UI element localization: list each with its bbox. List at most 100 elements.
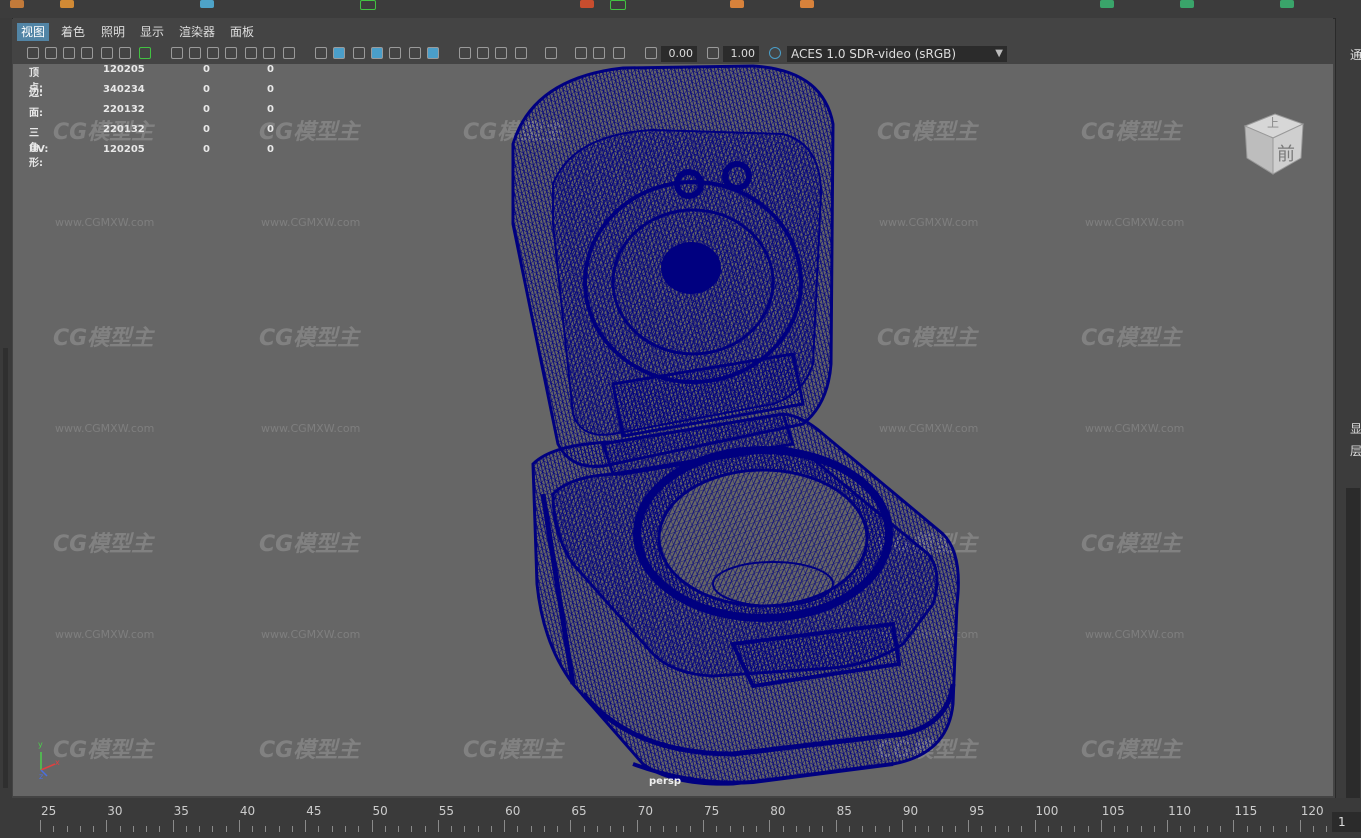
- color-management-icon[interactable]: [769, 47, 781, 59]
- 3d-viewport[interactable]: CG模型主 CG模型主 CG模型主 CG模型主 CG模型主 CG模型主 CG模型…: [13, 64, 1333, 796]
- gutter-scrollbar[interactable]: [3, 348, 8, 788]
- hud-value: 0: [203, 104, 210, 115]
- timeline-tick: [676, 826, 678, 832]
- timeline-tick: [862, 826, 864, 832]
- camera-icon[interactable]: [27, 47, 39, 59]
- timeline-tick: [79, 826, 81, 832]
- menu-show[interactable]: 显示: [136, 23, 168, 41]
- timeline-tick: [93, 826, 95, 832]
- timeline-tick: [703, 820, 704, 832]
- xray-joints-icon[interactable]: [575, 47, 587, 59]
- smooth-shade-icon[interactable]: [333, 47, 345, 59]
- exposure-icon[interactable]: [645, 47, 657, 59]
- exposure-field[interactable]: 0.00: [661, 46, 697, 62]
- viewcube-front-label[interactable]: 前: [1277, 140, 1295, 166]
- view-transform-dropdown[interactable]: ACES 1.0 SDR-video (sRGB) ▼: [787, 46, 1007, 62]
- shelf-strip: [0, 0, 1361, 19]
- timeline-label: 50: [372, 804, 388, 818]
- timeline-tick: [742, 826, 744, 832]
- textured-icon[interactable]: [409, 47, 421, 59]
- hud-count: 340234: [103, 84, 145, 95]
- hud-icon[interactable]: [613, 47, 625, 59]
- menu-panels[interactable]: 面板: [226, 23, 258, 41]
- hud-count: 220132: [103, 124, 145, 135]
- xray-active-icon[interactable]: [593, 47, 605, 59]
- menu-lighting[interactable]: 照明: [97, 23, 129, 41]
- ambient-occlusion-icon[interactable]: [477, 47, 489, 59]
- shadows-icon[interactable]: [459, 47, 471, 59]
- timeline-tick: [119, 826, 121, 832]
- bookmark-icon[interactable]: [81, 47, 93, 59]
- hud-value: 0: [267, 84, 274, 95]
- camera-attributes-icon[interactable]: [63, 47, 75, 59]
- right-panel-tab[interactable]: 通: [1350, 46, 1361, 63]
- timeline-tick: [1220, 826, 1222, 832]
- film-gate-icon[interactable]: [189, 47, 201, 59]
- 2d-pan-zoom-icon[interactable]: [119, 47, 131, 59]
- anti-aliasing-icon[interactable]: [515, 47, 527, 59]
- lock-camera-icon[interactable]: [45, 47, 57, 59]
- timeline-tick: [451, 826, 453, 832]
- grease-pencil-icon[interactable]: [139, 47, 151, 59]
- safe-action-icon[interactable]: [263, 47, 275, 59]
- menu-shading[interactable]: 着色: [57, 23, 89, 41]
- motion-blur-icon[interactable]: [495, 47, 507, 59]
- timeline-tick: [225, 826, 227, 832]
- shelf-icon[interactable]: [730, 0, 744, 8]
- hud-label: 边:: [29, 88, 43, 99]
- shelf-icon[interactable]: [10, 0, 24, 8]
- viewcube-top-label[interactable]: 上: [1267, 114, 1279, 131]
- shelf-icon[interactable]: [360, 0, 376, 10]
- isolate-select-icon[interactable]: [545, 47, 557, 59]
- chevron-down-icon: ▼: [995, 48, 1003, 59]
- time-slider[interactable]: 25 30 35 40 45 50 55 60 65 70 75 80 85 90 95 100 105 110 1…: [0, 798, 1361, 838]
- wireframe-model[interactable]: [13, 64, 1333, 796]
- safe-title-icon[interactable]: [283, 47, 295, 59]
- shelf-icon[interactable]: [200, 0, 214, 8]
- menu-renderer[interactable]: 渲染器: [175, 23, 219, 41]
- xray-icon[interactable]: [389, 47, 401, 59]
- menu-view[interactable]: 视图: [17, 23, 50, 41]
- timeline-tick: [437, 820, 439, 832]
- right-panel-layer-tab[interactable]: 层: [1350, 442, 1361, 459]
- timeline-tick: [1180, 826, 1182, 832]
- shelf-icon[interactable]: [580, 0, 594, 8]
- wireframe-on-shaded-icon[interactable]: [371, 47, 383, 59]
- shelf-icon[interactable]: [800, 0, 814, 8]
- timeline-tick: [1167, 820, 1169, 832]
- gamma-field[interactable]: 1.00: [723, 46, 759, 62]
- timeline-tick: [238, 820, 240, 832]
- timeline-label: 75: [704, 804, 720, 818]
- timeline-tick: [1193, 826, 1195, 832]
- gate-mask-icon[interactable]: [225, 47, 237, 59]
- left-gutter: [0, 18, 12, 798]
- shelf-icon[interactable]: [60, 0, 74, 8]
- lights-icon[interactable]: [427, 47, 439, 59]
- timeline-tick: [252, 826, 254, 832]
- default-material-icon[interactable]: [353, 47, 365, 59]
- current-frame-field[interactable]: 1: [1332, 812, 1361, 832]
- hud-value: 0: [203, 124, 210, 135]
- image-plane-icon[interactable]: [101, 47, 113, 59]
- shelf-icon[interactable]: [1280, 0, 1294, 8]
- wireframe-icon[interactable]: [315, 47, 327, 59]
- timeline-tick: [199, 826, 201, 832]
- viewcube[interactable]: 上 前: [1241, 110, 1305, 180]
- timeline-tick: [291, 826, 293, 832]
- timeline-tick: [875, 826, 877, 832]
- shelf-icon[interactable]: [610, 0, 626, 10]
- shelf-icon[interactable]: [1180, 0, 1194, 8]
- timeline-tick: [278, 826, 280, 832]
- grid-icon[interactable]: [171, 47, 183, 59]
- right-panel-display-tab[interactable]: 显: [1350, 420, 1361, 437]
- timeline-label: 35: [173, 804, 189, 818]
- right-panel-scrollbar[interactable]: [1346, 488, 1360, 798]
- field-chart-icon[interactable]: [245, 47, 257, 59]
- axis-x-label: x: [55, 758, 60, 767]
- timeline-tick: [729, 826, 731, 832]
- gamma-icon[interactable]: [707, 47, 719, 59]
- timeline-tick: [822, 826, 824, 832]
- timeline-tick: [623, 826, 625, 832]
- shelf-icon[interactable]: [1100, 0, 1114, 8]
- resolution-gate-icon[interactable]: [207, 47, 219, 59]
